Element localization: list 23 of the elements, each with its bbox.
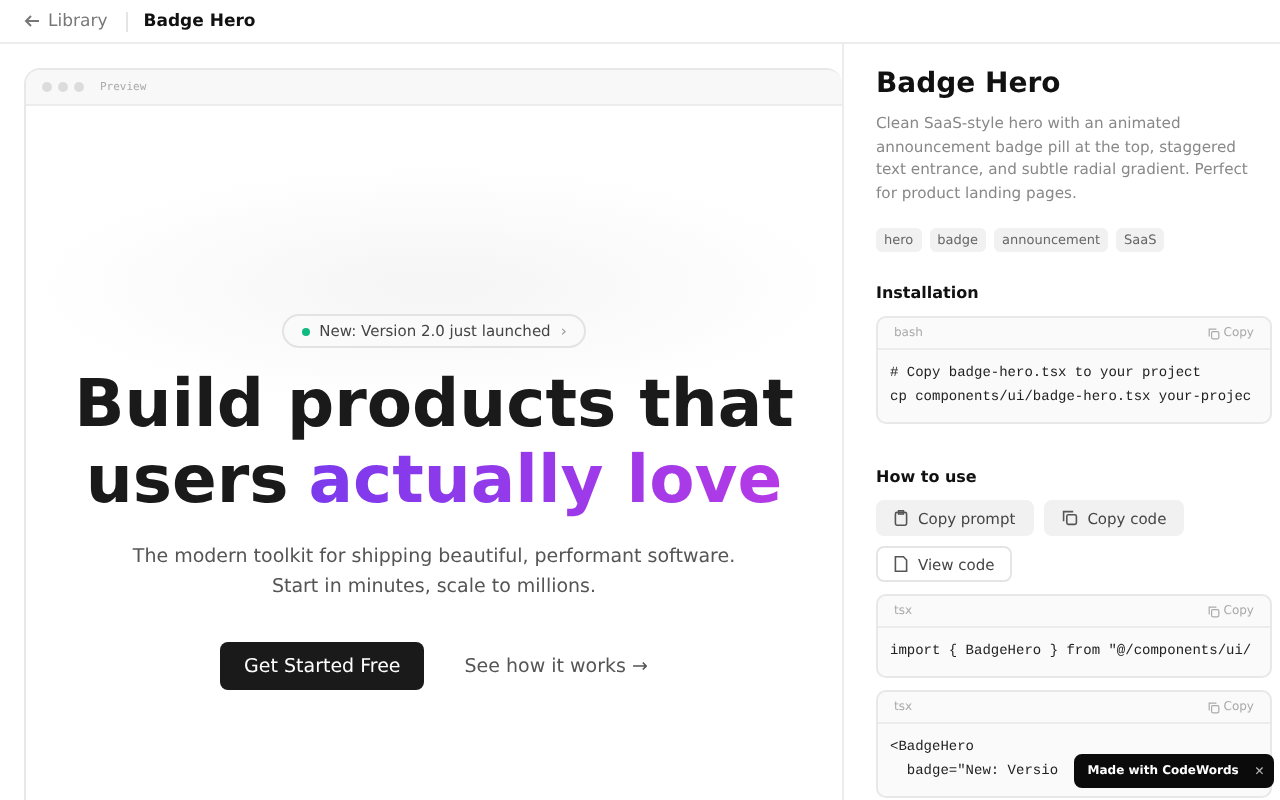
headline: users — [85, 442, 289, 518]
close-button[interactable]: × — [1254, 762, 1264, 780]
back-link[interactable]: Library — [24, 11, 128, 31]
see-how-link[interactable]: See how it works → — [464, 655, 648, 677]
subtitle: The modern toolkit for shipping beautiful, performant software. — [132, 544, 736, 572]
copy-icon — [1207, 605, 1220, 618]
clipboard-icon — [894, 510, 908, 527]
back-arrow-icon — [24, 14, 40, 28]
component-title: Badge Hero — [876, 68, 1063, 100]
status-dot — [301, 327, 310, 335]
window-dot — [42, 82, 52, 92]
section-heading: How to use — [876, 468, 979, 487]
section-heading: Installation — [876, 284, 981, 303]
headline: Build products that — [74, 366, 794, 442]
copy-icon — [1061, 510, 1078, 527]
copy-icon — [1207, 327, 1220, 340]
subtitle: Start in minutes, scale to millions. — [271, 574, 597, 602]
get-started-button[interactable]: Get Started Free — [220, 642, 425, 690]
file-icon — [894, 556, 908, 573]
page-title: Badge Hero — [143, 11, 256, 31]
window-dot — [74, 82, 84, 92]
window-dot — [58, 82, 68, 92]
copy-icon — [1207, 701, 1220, 714]
